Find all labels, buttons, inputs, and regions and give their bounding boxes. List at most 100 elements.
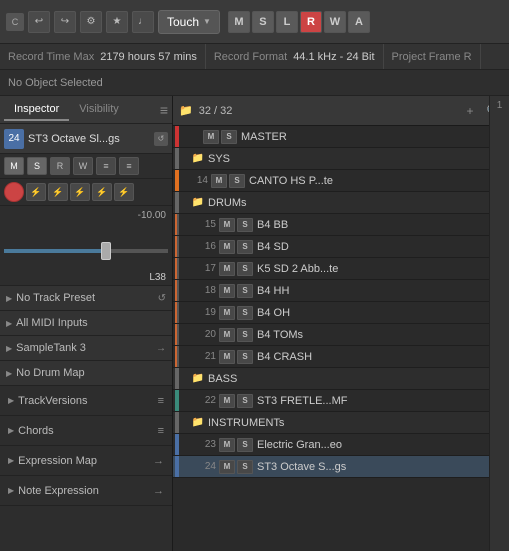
transport-s-button[interactable]: S xyxy=(252,11,274,33)
track-controls: M S xyxy=(219,438,253,452)
track-mute-button[interactable]: M xyxy=(219,306,235,320)
transport-section: M S L R W A xyxy=(228,11,370,33)
track-row[interactable]: M S MASTER⛓ xyxy=(173,126,509,148)
track-row[interactable]: 17 M S K5 SD 2 Abb...te⛓ xyxy=(173,258,509,280)
sampletank-header[interactable]: ▶ SampleTank 3 → xyxy=(0,336,172,360)
track-mute-button[interactable]: M xyxy=(219,240,235,254)
track-row[interactable]: 16 M S B4 SD⛓ xyxy=(173,236,509,258)
track-row[interactable]: 21 M S B4 CRASH⛓ xyxy=(173,346,509,368)
folder-expand-icon[interactable]: 📁 xyxy=(190,151,206,167)
track-row[interactable]: 19 M S B4 OH⛓ xyxy=(173,302,509,324)
track-mute-button[interactable]: M xyxy=(219,438,235,452)
track-solo-button[interactable]: S xyxy=(237,328,253,342)
transport-m-button[interactable]: M xyxy=(228,11,250,33)
fader-thumb[interactable] xyxy=(101,242,111,260)
track-controls: M S xyxy=(219,284,253,298)
transport-w-button[interactable]: W xyxy=(324,11,346,33)
track-mute-button[interactable]: M xyxy=(219,328,235,342)
track-solo-button[interactable]: S xyxy=(237,394,253,408)
edit-button[interactable]: ≡ xyxy=(119,157,139,175)
touch-dropdown[interactable]: Touch xyxy=(158,10,220,34)
track-color-indicator xyxy=(175,346,179,367)
track-solo-button[interactable]: S xyxy=(229,174,245,188)
tab-inspector[interactable]: Inspector xyxy=(4,99,69,121)
track-controls: M S xyxy=(219,262,253,276)
track-mute-button[interactable]: M xyxy=(219,394,235,408)
inspector-reload-icon[interactable]: ↺ xyxy=(154,132,168,146)
track-row[interactable]: 📁DRUMs xyxy=(173,192,509,214)
track-solo-button[interactable]: S xyxy=(237,460,253,474)
track-solo-button[interactable]: S xyxy=(237,218,253,232)
midi-btn1[interactable]: ⚡ xyxy=(26,183,46,201)
record-time-label: Record Time Max xyxy=(8,51,94,63)
volume-fader[interactable] xyxy=(4,226,168,276)
track-row[interactable]: 22 M S ST3 FRETLE...MF⛓ xyxy=(173,390,509,412)
track-row[interactable]: 23 M S Electric Gran...eo⛓ xyxy=(173,434,509,456)
track-color-indicator xyxy=(175,368,179,389)
star-button[interactable]: ★ xyxy=(106,11,128,33)
track-solo-button[interactable]: S xyxy=(237,262,253,276)
track-row[interactable]: 14 M S CANTO HS P...te⛓ xyxy=(173,170,509,192)
metronome-button[interactable]: ♩ xyxy=(132,11,154,33)
tab-visibility[interactable]: Visibility xyxy=(69,99,129,121)
all-midi-inputs-header[interactable]: ▶ All MIDI Inputs xyxy=(0,311,172,335)
transport-a-button[interactable]: A xyxy=(348,11,370,33)
read-button[interactable]: R xyxy=(50,157,70,175)
folder-expand-icon[interactable]: 📁 xyxy=(190,415,206,431)
inspector-no-track-preset-section: ▶ No Track Preset ↺ xyxy=(0,286,172,311)
midi-btn5[interactable]: ⚡ xyxy=(114,183,134,201)
track-row[interactable]: 18 M S B4 HH⛓ xyxy=(173,280,509,302)
folder-expand-icon[interactable]: 📁 xyxy=(190,195,206,211)
track-solo-button[interactable]: S xyxy=(221,130,237,144)
freeze-button[interactable]: ≡ xyxy=(96,157,116,175)
track-mute-button[interactable]: M xyxy=(203,130,219,144)
mute-button[interactable]: M xyxy=(4,157,24,175)
note-expression-section[interactable]: ▶ Note Expression → xyxy=(0,476,172,506)
track-solo-button[interactable]: S xyxy=(237,350,253,364)
expression-map-section[interactable]: ▶ Expression Map → xyxy=(0,446,172,476)
write-button[interactable]: W xyxy=(73,157,93,175)
track-mute-button[interactable]: M xyxy=(219,218,235,232)
settings-button[interactable]: ⚙ xyxy=(80,11,102,33)
track-solo-button[interactable]: S xyxy=(237,284,253,298)
track-name: BASS xyxy=(208,373,507,385)
midi-btn2[interactable]: ⚡ xyxy=(48,183,68,201)
transport-l-button[interactable]: L xyxy=(276,11,298,33)
transport-r-button[interactable]: R xyxy=(300,11,322,33)
track-row[interactable]: 15 M S B4 BB⛓ xyxy=(173,214,509,236)
folder-expand-icon[interactable]: 📁 xyxy=(190,371,206,387)
expression-map-icon: → xyxy=(153,455,164,467)
record-format-value: 44.1 kHz - 24 Bit xyxy=(293,51,374,63)
track-solo-button[interactable]: S xyxy=(237,240,253,254)
track-row[interactable]: 20 M S B4 TOMs⛓ xyxy=(173,324,509,346)
solo-button[interactable]: S xyxy=(27,157,47,175)
track-row[interactable]: 24 M S ST3 Octave S...gs⛓ xyxy=(173,456,509,478)
track-row[interactable]: 📁SYS xyxy=(173,148,509,170)
add-track-button[interactable]: + xyxy=(461,102,479,120)
drum-map-header[interactable]: ▶ No Drum Map xyxy=(0,361,172,385)
track-list-scroll[interactable]: M S MASTER⛓📁SYS14 M S CANTO HS P...te⛓📁D… xyxy=(173,126,509,551)
redo-button[interactable]: ↪ xyxy=(54,11,76,33)
track-mute-button[interactable]: M xyxy=(211,174,227,188)
sampletank-arrow: ▶ xyxy=(6,344,12,353)
track-mute-button[interactable]: M xyxy=(219,284,235,298)
track-solo-button[interactable]: S xyxy=(237,306,253,320)
inspector-menu-icon[interactable]: ≡ xyxy=(160,102,168,118)
track-row[interactable]: 📁INSTRUMENTs xyxy=(173,412,509,434)
track-mute-button[interactable]: M xyxy=(219,350,235,364)
note-expression-icon: → xyxy=(153,485,164,497)
no-track-preset-header[interactable]: ▶ No Track Preset ↺ xyxy=(0,286,172,310)
midi-btn4[interactable]: ⚡ xyxy=(92,183,112,201)
expression-map-label: Expression Map xyxy=(18,455,153,467)
inspector-drum-map-section: ▶ No Drum Map xyxy=(0,361,172,386)
midi-btn3[interactable]: ⚡ xyxy=(70,183,90,201)
record-button[interactable] xyxy=(4,182,24,202)
track-versions-section[interactable]: ▶ TrackVersions ≡ xyxy=(0,386,172,416)
track-row[interactable]: 📁BASS xyxy=(173,368,509,390)
track-mute-button[interactable]: M xyxy=(219,460,235,474)
track-solo-button[interactable]: S xyxy=(237,438,253,452)
chords-section[interactable]: ▶ Chords ≡ xyxy=(0,416,172,446)
undo-button[interactable]: ↩ xyxy=(28,11,50,33)
track-number: 19 xyxy=(198,307,216,318)
track-mute-button[interactable]: M xyxy=(219,262,235,276)
